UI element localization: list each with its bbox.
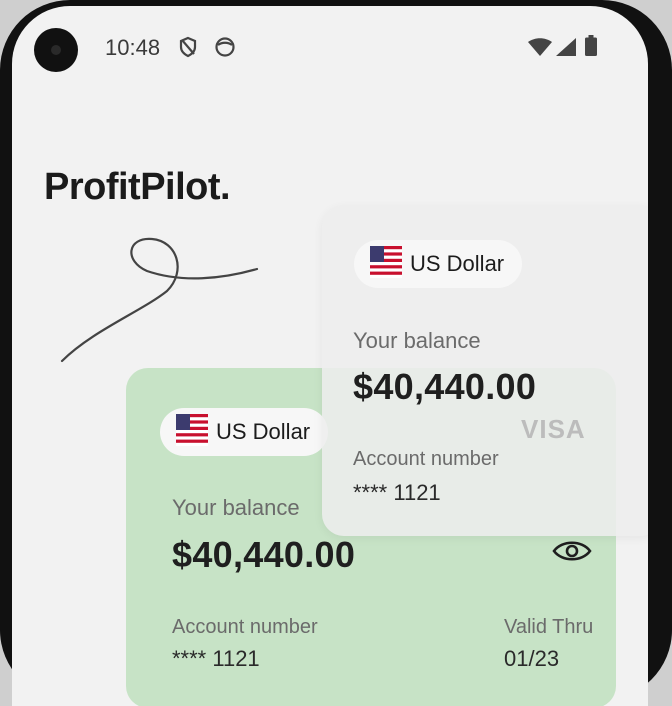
balance-label: Your balance [353, 328, 481, 353]
currency-chip[interactable]: US Dollar [354, 240, 522, 288]
account-number-label: Account number [353, 448, 499, 470]
shield-slash-icon [178, 36, 198, 58]
phone-frame: 10:48 ProfitPilot. US Dollar Your balanc… [0, 0, 672, 706]
squiggle-decoration [60, 237, 259, 363]
wifi-icon [528, 38, 552, 56]
visa-logo: VISA [521, 414, 586, 444]
us-flag-icon [370, 245, 402, 283]
signal-icon [556, 38, 576, 56]
eye-icon[interactable] [552, 538, 592, 569]
glass-balance-card[interactable]: US Dollar Your balance $40,440.00 VISA A… [322, 206, 648, 536]
status-time: 10:48 [105, 35, 161, 60]
app-brand-title: ProfitPilot. [44, 166, 231, 208]
currency-label: US Dollar [410, 251, 505, 276]
screen: 10:48 ProfitPilot. US Dollar Your balanc… [12, 6, 648, 706]
balance-amount: $40,440.00 [353, 366, 537, 407]
currency-label: US Dollar [216, 419, 311, 444]
balance-amount: $40,440.00 [172, 534, 356, 575]
valid-thru-label: Valid Thru [504, 616, 594, 638]
us-flag-icon [176, 413, 208, 451]
account-number: **** 1121 [353, 480, 441, 505]
currency-chip[interactable]: US Dollar [160, 408, 328, 456]
camera-cutout [34, 28, 78, 72]
face-icon [214, 36, 236, 58]
balance-label: Your balance [172, 495, 300, 520]
battery-icon [585, 35, 597, 56]
account-number-label: Account number [172, 616, 318, 638]
